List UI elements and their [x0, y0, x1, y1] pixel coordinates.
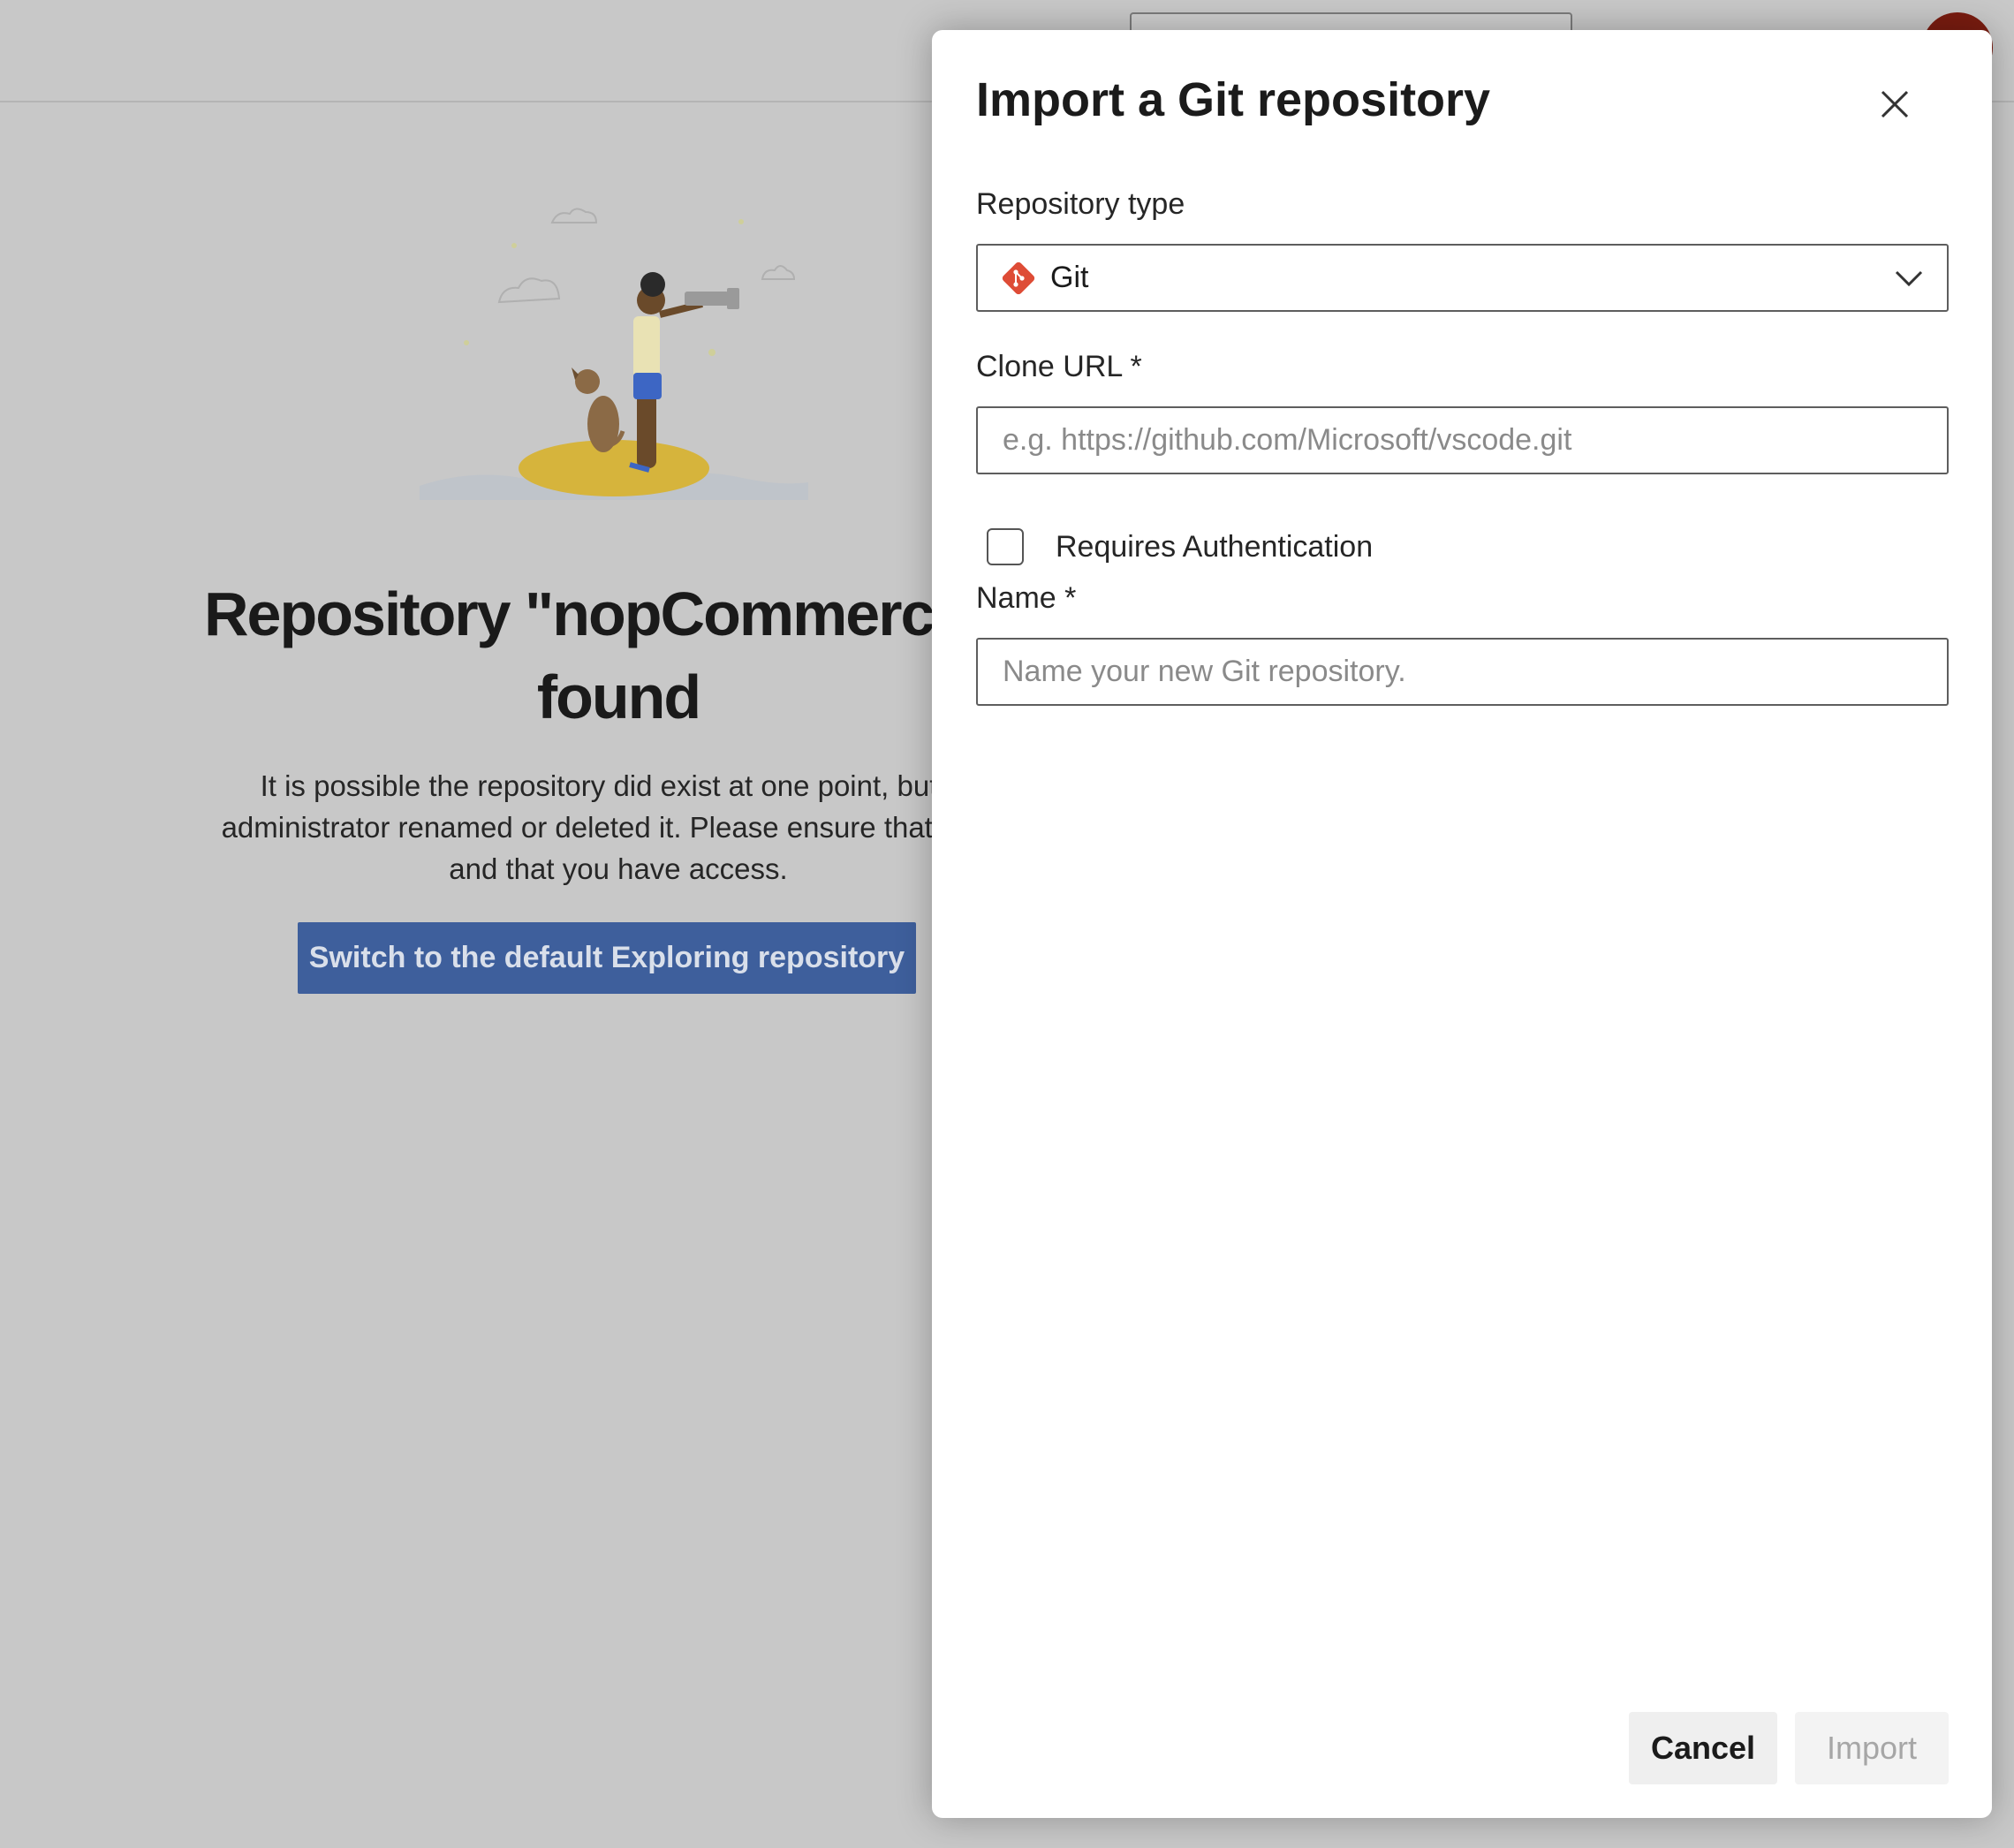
lost-explorer-illustration — [420, 208, 808, 500]
chevron-down-icon — [1895, 270, 1923, 287]
close-dialog-button[interactable] — [1866, 76, 1923, 133]
import-button[interactable]: Import — [1795, 1712, 1949, 1784]
switch-to-default-repository-button[interactable]: Switch to the default Exploring reposito… — [298, 922, 916, 994]
clone-url-input[interactable] — [976, 406, 1949, 474]
close-icon — [1881, 90, 1909, 118]
clone-url-label: Clone URL * — [976, 350, 1142, 383]
dialog-title: Import a Git repository — [976, 73, 1491, 126]
cancel-button[interactable]: Cancel — [1629, 1712, 1777, 1784]
repository-name-input[interactable] — [976, 638, 1949, 706]
repository-type-value: Git — [1050, 261, 1089, 294]
git-icon — [1002, 261, 1035, 294]
requires-authentication-checkbox[interactable] — [987, 528, 1024, 565]
import-repository-dialog: Import a Git repository Repository type … — [932, 30, 1992, 1818]
requires-authentication-row[interactable]: Requires Authentication — [987, 528, 1373, 565]
repository-type-dropdown[interactable]: Git — [976, 244, 1949, 312]
requires-authentication-label: Requires Authentication — [1056, 529, 1374, 564]
repository-type-label: Repository type — [976, 187, 1185, 221]
name-label: Name * — [976, 581, 1077, 615]
